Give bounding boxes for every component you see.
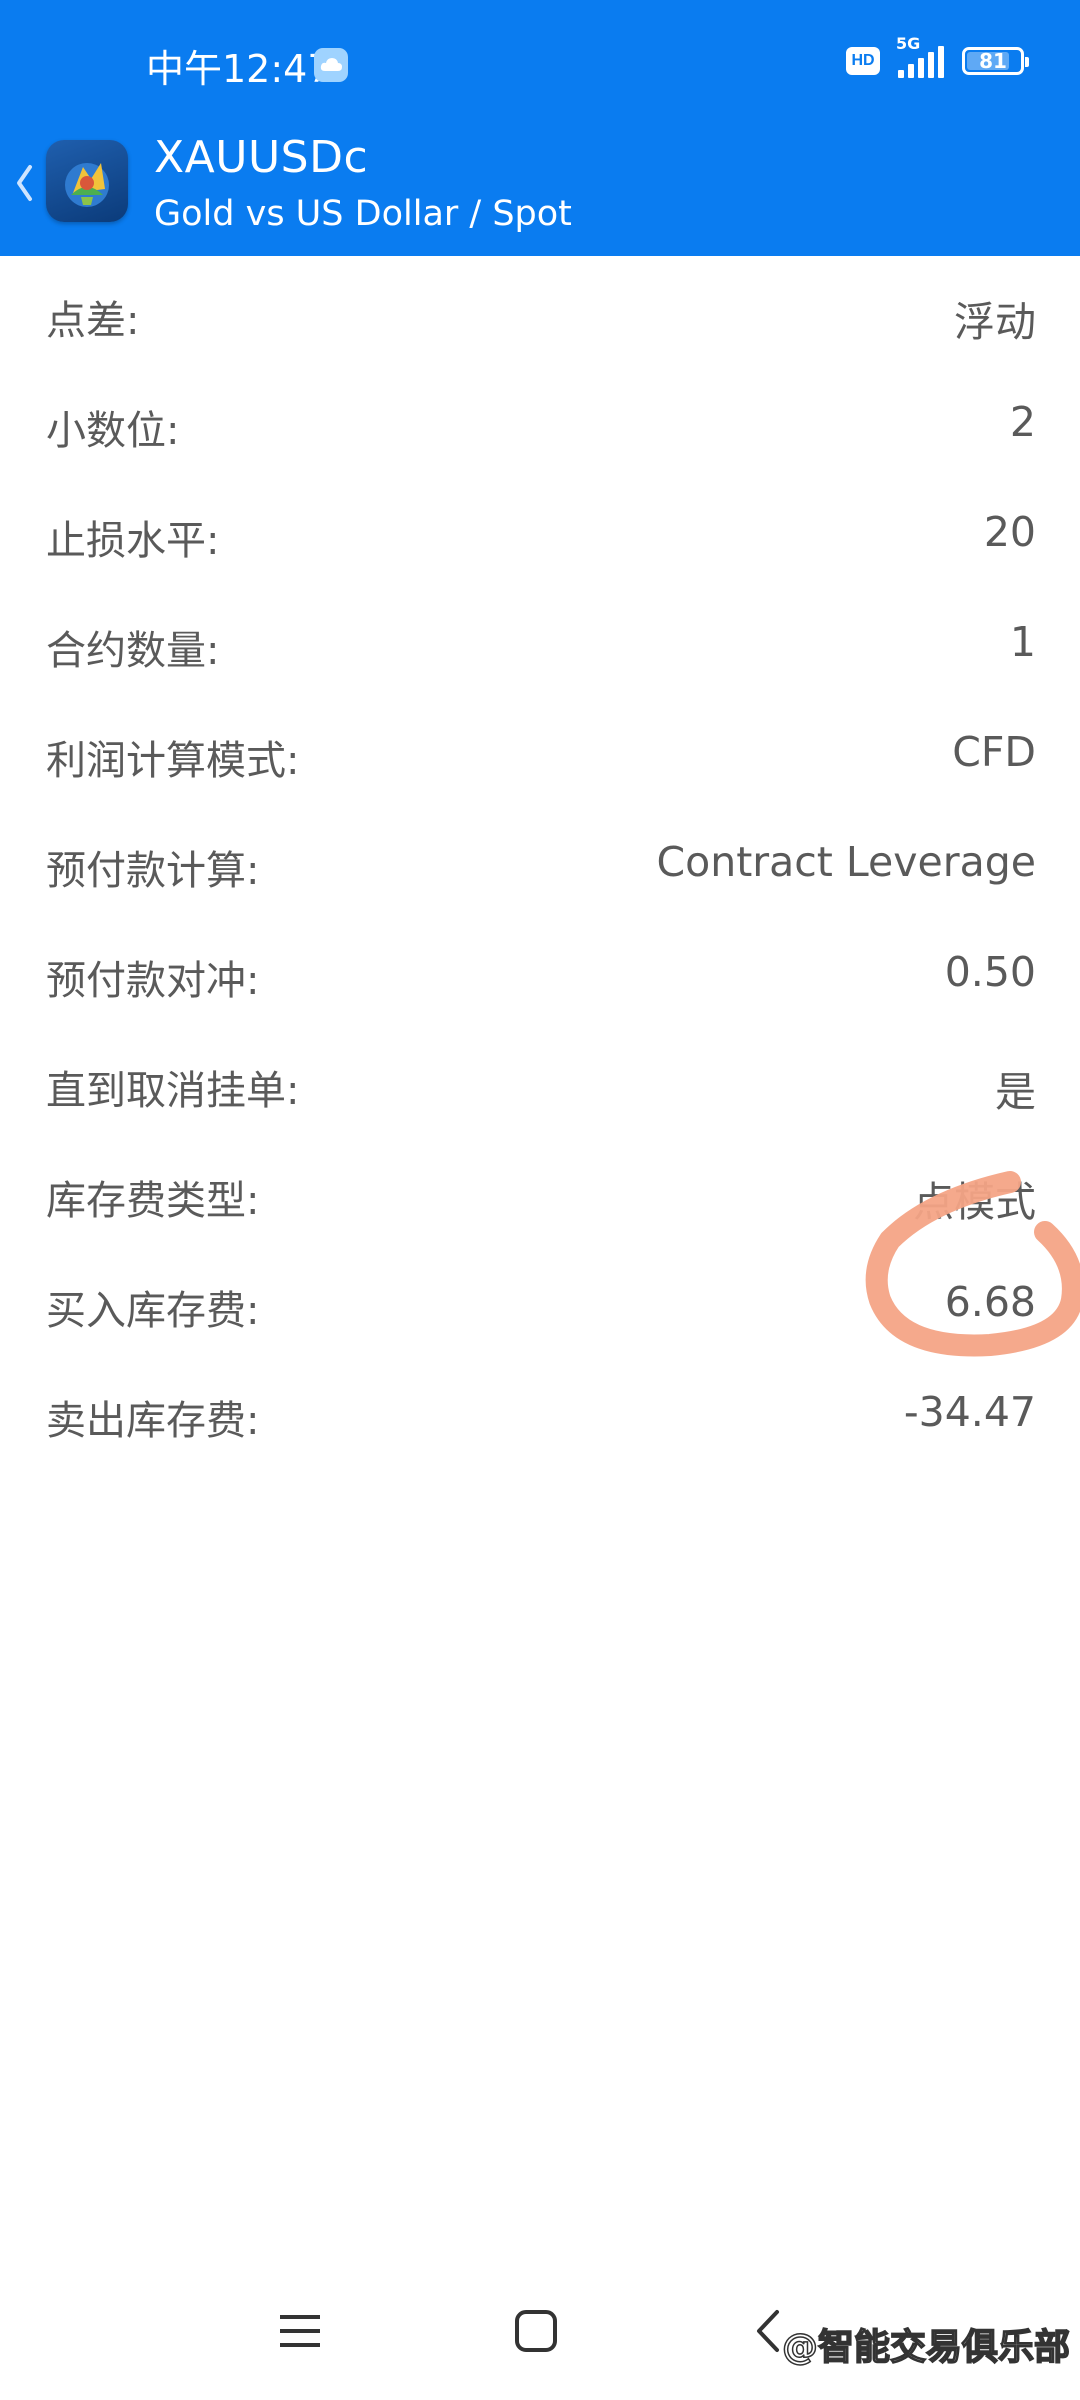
- status-time: 中午12:47: [146, 47, 332, 91]
- property-row-margin-calc: 预付款计算: Contract Leverage: [0, 808, 1080, 918]
- property-label: 点差:: [46, 298, 140, 344]
- status-icons: HD 5G 81: [846, 34, 1029, 78]
- back-icon: [757, 2310, 779, 2352]
- property-label: 预付款计算:: [46, 848, 260, 894]
- property-label: 合约数量:: [46, 628, 220, 674]
- property-row-spread: 点差: 浮动: [0, 258, 1080, 368]
- cloud-icon: [314, 48, 348, 82]
- property-label: 预付款对冲:: [46, 958, 260, 1004]
- status-bar: 中午12:47 HD 5G 81: [0, 0, 1080, 120]
- property-label: 库存费类型:: [46, 1178, 260, 1224]
- menu-icon: [280, 2315, 320, 2347]
- property-value: CFD: [952, 728, 1036, 776]
- property-value: 1: [1009, 618, 1036, 666]
- chevron-left-icon: [17, 165, 32, 201]
- property-row-margin-hedge: 预付款对冲: 0.50: [0, 918, 1080, 1028]
- battery-level: 81: [979, 49, 1007, 73]
- app-bar: XAUUSDc Gold vs US Dollar / Spot: [0, 120, 1080, 256]
- property-row-swap-short: 卖出库存费: -34.47: [0, 1358, 1080, 1468]
- property-value: 6.68: [944, 1278, 1036, 1326]
- property-label: 买入库存费:: [46, 1288, 260, 1334]
- property-value: 2: [1009, 398, 1036, 446]
- symbol-properties-list: 点差: 浮动 小数位: 2 止损水平: 20 合约数量: 1 利润计算模式: C…: [0, 258, 1080, 1468]
- property-value: 0.50: [944, 948, 1036, 996]
- metatrader-logo-icon: [46, 140, 128, 222]
- property-value: 是: [995, 1068, 1036, 1116]
- property-label: 直到取消挂单:: [46, 1068, 300, 1114]
- system-nav-bar: @智能交易俱乐部: [0, 2260, 1080, 2400]
- home-button[interactable]: [496, 2296, 576, 2366]
- property-row-swap-type: 库存费类型: 点模式: [0, 1138, 1080, 1248]
- property-label: 卖出库存费:: [46, 1398, 260, 1444]
- property-row-profit-mode: 利润计算模式: CFD: [0, 698, 1080, 808]
- property-row-gtc: 直到取消挂单: 是: [0, 1028, 1080, 1138]
- property-value: Contract Leverage: [656, 838, 1036, 886]
- hd-badge: HD: [846, 47, 880, 75]
- property-value: -34.47: [903, 1388, 1036, 1436]
- property-value: 浮动: [954, 298, 1036, 346]
- battery-icon: 81: [962, 47, 1029, 75]
- property-value: 20: [983, 508, 1036, 556]
- network-type: 5G: [896, 34, 921, 53]
- symbol-description: Gold vs US Dollar / Spot: [154, 194, 572, 234]
- symbol-title: XAUUSDc: [154, 132, 369, 183]
- property-label: 利润计算模式:: [46, 738, 300, 784]
- property-label: 止损水平:: [46, 518, 220, 564]
- property-value: 点模式: [913, 1178, 1036, 1226]
- back-button[interactable]: [4, 150, 44, 216]
- property-label: 小数位:: [46, 408, 180, 454]
- home-icon: [515, 2310, 557, 2352]
- signal-icon: 5G: [896, 34, 944, 78]
- property-row-contract-size: 合约数量: 1: [0, 588, 1080, 698]
- menu-button[interactable]: [260, 2296, 340, 2366]
- watermark: @智能交易俱乐部: [781, 2326, 1071, 2369]
- property-row-digits: 小数位: 2: [0, 368, 1080, 478]
- property-row-stops-level: 止损水平: 20: [0, 478, 1080, 588]
- property-row-swap-long: 买入库存费: 6.68: [0, 1248, 1080, 1358]
- screen: 中午12:47 HD 5G 81 XAUUSDc Gold vs US Doll…: [0, 0, 1080, 2400]
